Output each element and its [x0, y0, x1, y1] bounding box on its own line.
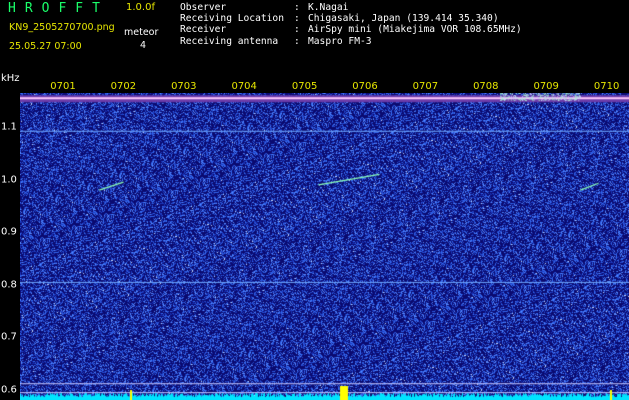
time-tick-label: 0708: [473, 81, 499, 92]
info-row-location: Receiving Location: Chigasaki, Japan (139…: [180, 13, 499, 25]
info-row-observer: Observer: K.Nagai: [180, 2, 349, 13]
time-tick-label: 0704: [231, 81, 257, 92]
station-info: Observer: K.Nagai Receiving Location: Chig…: [180, 2, 522, 47]
frequency-tick-label: 0.9: [1, 226, 17, 238]
y-axis-label: kHz: [1, 73, 20, 84]
frequency-tick-label: 0.6: [1, 384, 17, 395]
meteor-label: meteor: [124, 27, 159, 38]
header-panel: HROFFT 1.0.0f KN9_2505270700.png 25.05.2…: [0, 0, 629, 75]
time-tick-label: 0701: [50, 81, 76, 92]
frequency-tick-label: 0.8: [1, 279, 17, 291]
recording-datetime: 25.05.27 07:00: [9, 41, 82, 52]
frequency-tick-label: 0.7: [1, 331, 17, 343]
time-tick-label: 0706: [352, 81, 378, 92]
meteor-count: 4: [140, 40, 147, 51]
file-name: KN9_2505270700.png: [9, 22, 115, 33]
frequency-tick-label: 1.1: [1, 121, 17, 133]
time-tick-label: 0707: [412, 81, 439, 92]
app-brand: HROFFT: [8, 1, 109, 16]
time-tick-label: 0703: [171, 81, 197, 92]
app-version: 1.0.0f: [126, 2, 155, 13]
info-row-antenna: Receiving antenna: Maspro FM-3: [180, 35, 372, 47]
time-tick-label: 0702: [110, 81, 137, 92]
time-tick-label: 0705: [291, 81, 318, 92]
time-tick-label: 0709: [533, 81, 559, 92]
spectrogram-canvas: [20, 93, 629, 400]
frequency-tick-label: 1.0: [1, 174, 17, 186]
info-row-receiver: Receiver: AirSpy mini (Miakejima VOR 108.…: [180, 24, 522, 36]
time-tick-label: 0710: [593, 81, 620, 92]
